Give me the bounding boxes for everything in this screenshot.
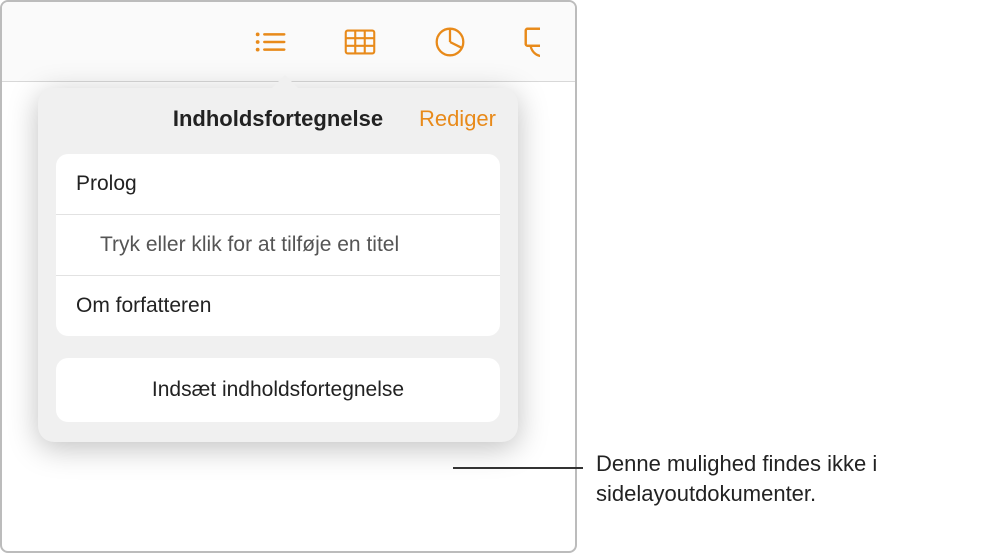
toc-item-placeholder[interactable]: Tryk eller klik for at tilføje en titel <box>56 215 500 276</box>
shape-icon[interactable] <box>520 22 540 62</box>
chart-icon[interactable] <box>430 22 470 62</box>
insert-toc-button[interactable]: Indsæt indholdsfortegnelse <box>56 358 500 422</box>
toc-list-icon[interactable] <box>250 22 290 62</box>
toc-item-about-author[interactable]: Om forfatteren <box>56 276 500 336</box>
table-icon[interactable] <box>340 22 380 62</box>
callout-leader-line <box>453 467 583 469</box>
popover-title: Indholdsfortegnelse <box>173 106 383 132</box>
toc-popover: Indholdsfortegnelse Rediger Prolog Tryk … <box>38 88 518 442</box>
toc-list: Prolog Tryk eller klik for at tilføje en… <box>56 154 500 336</box>
toc-item-prolog[interactable]: Prolog <box>56 154 500 215</box>
edit-button[interactable]: Rediger <box>419 106 496 132</box>
callout-text: Denne mulighed findes ikke i sidelayoutd… <box>596 449 966 508</box>
app-window: Indholdsfortegnelse Rediger Prolog Tryk … <box>0 0 577 553</box>
toolbar <box>2 2 575 82</box>
popover-header: Indholdsfortegnelse Rediger <box>38 88 518 146</box>
